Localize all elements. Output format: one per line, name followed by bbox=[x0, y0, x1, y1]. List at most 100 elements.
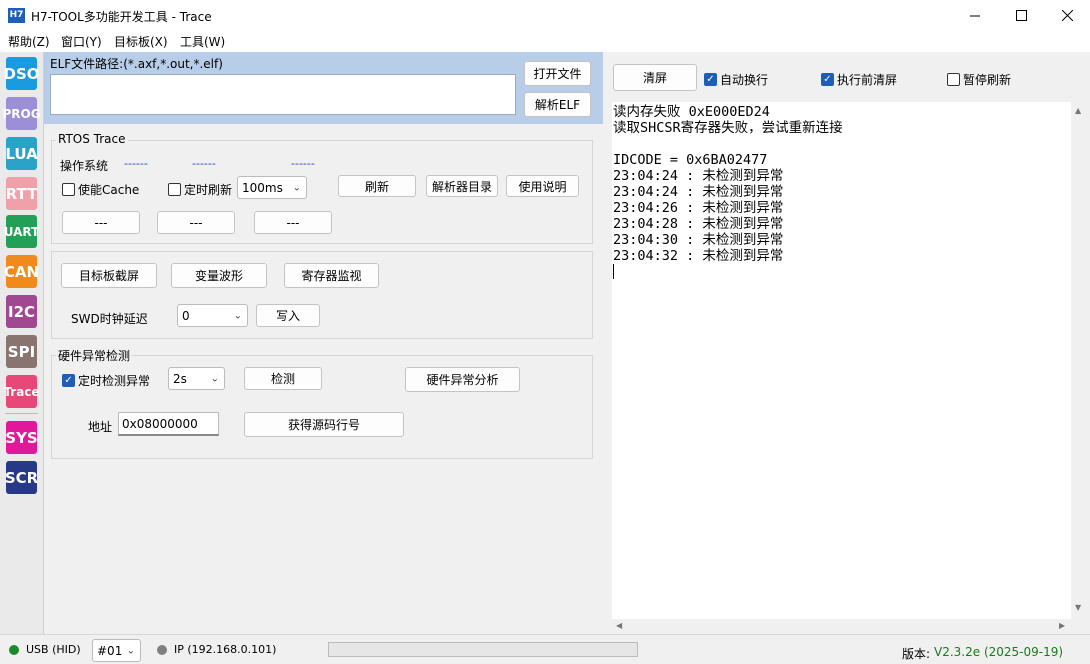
version-label: 版本: bbox=[902, 647, 931, 661]
refresh-interval-select[interactable]: 100ms ⌄ bbox=[237, 176, 307, 199]
usage-help-button[interactable]: 使用说明 bbox=[506, 175, 579, 197]
version-value: V2.3.2e (2025-09-19) bbox=[934, 645, 1064, 659]
target-screenshot-button[interactable]: 目标板截屏 bbox=[61, 263, 157, 288]
checkbox-box bbox=[62, 183, 75, 196]
log-line: 读内存失败 0xE000ED24 bbox=[613, 104, 770, 120]
pause-refresh-checkbox[interactable]: 暂停刷新 bbox=[947, 71, 1011, 88]
tool-strip: DSO PROG LUA RTT UART CAN I2C SPI Trace SYS SCR bbox=[0, 52, 44, 634]
timer-refresh-checkbox[interactable]: 定时刷新 bbox=[168, 181, 232, 198]
app-icon: H7 bbox=[8, 8, 25, 23]
ip-status: IP (192.168.0.101) bbox=[157, 643, 276, 656]
swd-delay-value: 0 bbox=[182, 308, 190, 323]
refresh-interval-value: 100ms bbox=[242, 180, 283, 195]
tool-divider bbox=[5, 413, 38, 414]
scroll-down-icon[interactable]: ▼ bbox=[1075, 603, 1081, 612]
tool-i2c-button[interactable]: I2C bbox=[6, 295, 37, 328]
rtos-option-button-3[interactable]: --- bbox=[254, 211, 332, 234]
variable-waveform-button[interactable]: 变量波形 bbox=[171, 263, 267, 288]
scroll-left-icon[interactable]: ◀ bbox=[616, 621, 622, 630]
log-vertical-scrollbar[interactable]: ▲ ▼ bbox=[1071, 102, 1086, 619]
clear-before-exec-label: 执行前清屏 bbox=[837, 73, 898, 87]
check-button[interactable]: 检测 bbox=[244, 367, 322, 390]
window-title: H7-TOOL多功能开发工具 - Trace bbox=[31, 10, 212, 24]
tool-prog-button[interactable]: PROG bbox=[2, 97, 41, 130]
address-label: 地址 bbox=[88, 420, 113, 434]
menu-target[interactable]: 目标板(X) bbox=[114, 33, 168, 50]
log-line: 23:04:28 : 未检测到异常 bbox=[613, 216, 784, 232]
parser-directory-button[interactable]: 解析器目录 bbox=[426, 175, 498, 197]
close-button[interactable] bbox=[1044, 0, 1090, 31]
tool-scr-button[interactable]: SCR bbox=[5, 461, 38, 494]
enable-cache-label: 使能Cache bbox=[78, 183, 140, 197]
ip-status-label: IP (192.168.0.101) bbox=[174, 643, 277, 656]
usb-connected-icon bbox=[9, 644, 19, 655]
elf-path-input[interactable] bbox=[50, 74, 516, 115]
tool-trace-button[interactable]: Trace bbox=[3, 375, 40, 408]
tool-can-button[interactable]: CAN bbox=[4, 255, 39, 288]
text-cursor bbox=[613, 264, 614, 279]
tool-rtt-button[interactable]: RTT bbox=[6, 177, 37, 210]
swd-delay-select[interactable]: 0 ⌄ bbox=[177, 304, 248, 327]
log-line: 23:04:26 : 未检测到异常 bbox=[613, 200, 784, 216]
register-monitor-button[interactable]: 寄存器监视 bbox=[284, 263, 379, 288]
timer-fault-check-label: 定时检测异常 bbox=[78, 374, 151, 388]
title-bar: H7 H7-TOOL多功能开发工具 - Trace bbox=[0, 0, 1090, 31]
enable-cache-checkbox[interactable]: 使能Cache bbox=[62, 181, 139, 198]
scroll-right-icon[interactable]: ▶ bbox=[1059, 621, 1065, 630]
rtos-option-button-1[interactable]: --- bbox=[62, 211, 140, 234]
log-line: 23:04:30 : 未检测到异常 bbox=[613, 232, 784, 248]
usb-status-label: USB (HID) bbox=[26, 643, 81, 656]
minimize-icon bbox=[969, 15, 980, 17]
fault-analysis-button[interactable]: 硬件异常分析 bbox=[405, 367, 520, 392]
chevron-down-icon: ⌄ bbox=[126, 645, 135, 656]
timer-fault-check-checkbox[interactable]: ✓ 定时检测异常 bbox=[62, 372, 150, 389]
tool-uart-button[interactable]: UART bbox=[4, 215, 39, 248]
hardware-fault-legend: 硬件异常检测 bbox=[56, 347, 133, 364]
progress-bar bbox=[328, 642, 638, 657]
menu-window[interactable]: 窗口(Y) bbox=[61, 33, 102, 50]
auto-wrap-checkbox[interactable]: ✓ 自动换行 bbox=[704, 71, 768, 88]
elf-path-label: ELF文件路径:(*.axf,*.out,*.elf) bbox=[50, 57, 223, 71]
rtos-trace-legend: RTOS Trace bbox=[56, 132, 128, 146]
log-horizontal-scrollbar[interactable]: ◀ ▶ bbox=[612, 619, 1071, 633]
checkbox-checked-icon: ✓ bbox=[62, 374, 75, 387]
log-line: 23:04:24 : 未检测到异常 bbox=[613, 168, 784, 184]
rtos-option-button-2[interactable]: --- bbox=[157, 211, 235, 234]
parse-elf-button[interactable]: 解析ELF bbox=[524, 92, 591, 117]
tool-dso-button[interactable]: DSO bbox=[4, 57, 40, 90]
checkbox-checked-icon: ✓ bbox=[821, 73, 834, 86]
minimize-button[interactable] bbox=[952, 0, 998, 31]
tool-sys-button[interactable]: SYS bbox=[5, 421, 38, 454]
pause-refresh-label: 暂停刷新 bbox=[963, 73, 1012, 87]
scroll-up-icon[interactable]: ▲ bbox=[1075, 106, 1081, 115]
menu-bar: 帮助(Z) 窗口(Y) 目标板(X) 工具(W) bbox=[0, 31, 1090, 52]
fault-interval-select[interactable]: 2s ⌄ bbox=[168, 367, 225, 390]
checkbox-box bbox=[168, 183, 181, 196]
os-value-3: ------ bbox=[291, 157, 315, 170]
tool-lua-button[interactable]: LUA bbox=[5, 137, 38, 170]
log-line: 读取SHCSR寄存器失败，尝试重新连接 bbox=[613, 120, 843, 136]
fault-interval-value: 2s bbox=[173, 371, 187, 386]
clear-screen-button[interactable]: 清屏 bbox=[613, 64, 697, 91]
log-output[interactable]: 读内存失败 0xE000ED24 读取SHCSR寄存器失败，尝试重新连接 IDCOD… bbox=[612, 102, 1071, 619]
os-value-2: ------ bbox=[192, 157, 216, 170]
auto-wrap-label: 自动换行 bbox=[720, 73, 769, 87]
status-bar: USB (HID) #01 ⌄ IP (192.168.0.101) 版本: V2… bbox=[0, 634, 1090, 664]
maximize-icon bbox=[1015, 10, 1027, 21]
tool-spi-button[interactable]: SPI bbox=[6, 335, 37, 368]
address-input[interactable]: 0x08000000 bbox=[118, 412, 219, 436]
clear-before-exec-checkbox[interactable]: ✓ 执行前清屏 bbox=[821, 71, 897, 88]
open-file-button[interactable]: 打开文件 bbox=[524, 61, 591, 86]
maximize-button[interactable] bbox=[998, 0, 1044, 31]
swd-delay-label: SWD时钟延迟 bbox=[71, 312, 148, 326]
refresh-button[interactable]: 刷新 bbox=[338, 175, 416, 197]
device-select[interactable]: #01 ⌄ bbox=[92, 639, 141, 662]
menu-tools[interactable]: 工具(W) bbox=[180, 33, 225, 50]
write-button[interactable]: 写入 bbox=[256, 304, 320, 327]
get-source-line-button[interactable]: 获得源码行号 bbox=[244, 412, 404, 437]
checkbox-checked-icon: ✓ bbox=[704, 73, 717, 86]
menu-help[interactable]: 帮助(Z) bbox=[8, 33, 50, 50]
log-line: 23:04:32 : 未检测到异常 bbox=[613, 248, 784, 264]
close-icon bbox=[1061, 10, 1073, 21]
